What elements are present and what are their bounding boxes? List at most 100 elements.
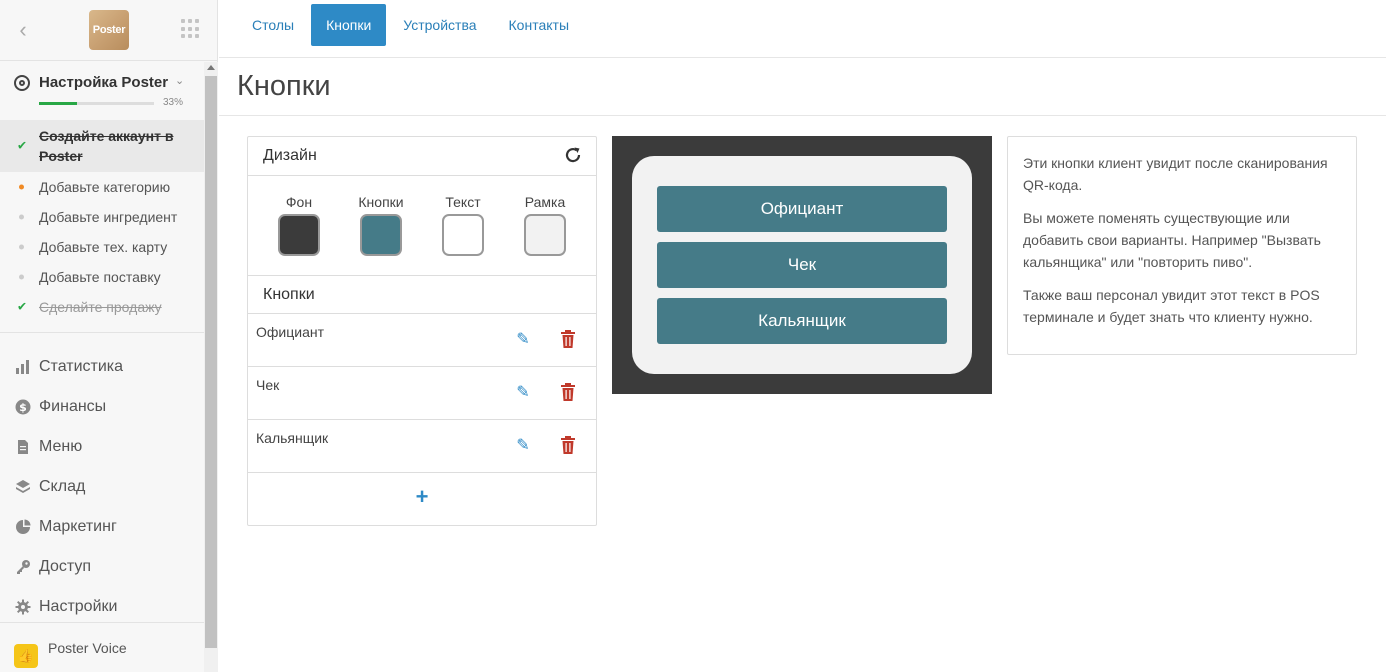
setup-steps: ✔ Создайте аккаунт в Poster Добавьте кат… [0,120,204,322]
sidebar-item-access[interactable]: Доступ [0,547,204,587]
document-icon [15,439,31,455]
tab-contacts[interactable]: Контакты [494,4,584,46]
button-row: Чек ✎ [248,367,596,420]
setup-step-add-supply[interactable]: Добавьте поставку [0,262,204,292]
tab-buttons[interactable]: Кнопки [311,4,387,46]
color-swatches: Фон Кнопки Текст Рамка [248,176,596,276]
swatch-buttons: Кнопки [351,194,411,275]
buttons-list-header: Кнопки [248,276,596,314]
sidebar-item-label: Статистика [39,358,124,375]
buttons-list-title: Кнопки [263,286,315,303]
setup-step-add-category[interactable]: Добавьте категорию [0,172,204,202]
preview-button-hookah: Кальянщик [657,298,947,344]
pending-dot-icon [19,214,24,220]
back-arrow-icon[interactable]: ‹ [12,18,34,42]
setup-step-label: Добавьте тех. карту [39,239,168,255]
setup-step-make-sale[interactable]: ✔ Сделайте продажу [0,292,204,322]
setup-step-label: Создайте аккаунт в Poster [39,128,174,164]
svg-text:$: $ [19,401,27,414]
bar-chart-icon [15,359,31,375]
sidebar-item-finance[interactable]: $ Финансы [0,387,204,427]
setup-step-label: Добавьте категорию [39,179,171,195]
trash-icon[interactable] [559,435,577,455]
apps-grid-icon[interactable] [181,19,201,39]
preview-frame: Официант Чек Кальянщик [632,156,972,374]
edit-pencil-icon[interactable]: ✎ [514,331,532,349]
sidebar-scrollbar[interactable] [204,62,218,672]
sidebar-item-label: Склад [39,478,86,495]
sidebar-divider [0,332,204,333]
plus-icon[interactable]: + [411,486,433,508]
refresh-icon[interactable] [564,146,582,164]
preview-button-check: Чек [657,242,947,288]
key-icon [15,559,31,575]
setup-step-add-tech-card[interactable]: Добавьте тех. карту [0,232,204,262]
sidebar-item-statistics[interactable]: Статистика [0,347,204,387]
button-row: Официант ✎ [248,314,596,367]
logo-text: Poster [92,24,126,36]
sidebar-item-label: Доступ [39,558,92,575]
pie-chart-icon [15,519,31,535]
design-title: Дизайн [263,147,317,164]
sidebar-header: ‹ Poster [0,0,217,61]
chevron-down-icon: ⌄ [175,75,185,87]
sidebar-item-menu[interactable]: Меню [0,427,204,467]
layers-icon [15,479,31,495]
poster-voice-link[interactable]: 👍 Poster Voice [0,622,204,672]
swatch-text-color[interactable] [442,214,484,256]
sidebar-item-storage[interactable]: Склад [0,467,204,507]
pending-dot-icon [19,244,24,250]
swatch-background: Фон [269,194,329,275]
sidebar-item-marketing[interactable]: Маркетинг [0,507,204,547]
sidebar-item-label: Настройки [39,598,118,615]
swatch-buttons-color[interactable] [360,214,402,256]
swatch-frame-color[interactable] [524,214,566,256]
tab-devices[interactable]: Устройства [388,4,491,46]
pending-dot-icon [19,274,24,280]
sidebar-item-label: Меню [39,438,83,455]
setup-step-add-ingredient[interactable]: Добавьте ингредиент [0,202,204,232]
trash-icon[interactable] [559,382,577,402]
button-row-name: Кальянщик [256,430,329,446]
setup-step-create-account[interactable]: ✔ Создайте аккаунт в Poster [0,120,204,172]
swatch-frame: Рамка [515,194,575,275]
sidebar-item-label: Финансы [39,398,107,415]
check-icon: ✔ [17,138,28,153]
preview-button-waiter: Официант [657,186,947,232]
dollar-icon: $ [15,399,31,415]
gear-icon [15,599,31,615]
page-title: Кнопки [237,70,331,102]
setup-progress-label: 33% [163,97,184,108]
button-row-name: Чек [256,377,280,393]
swatch-label: Текст [445,194,481,210]
swatch-text: Текст [433,194,493,275]
setup-progress-bar [39,102,154,105]
setup-title: Настройка Poster [39,74,169,91]
swatch-background-color[interactable] [278,214,320,256]
title-bar: Кнопки [219,58,1386,116]
top-tab-bar: Столы Кнопки Устройства Контакты [219,0,1386,58]
info-paragraph: Вы можете поменять существующие или доба… [1023,210,1321,270]
trash-icon[interactable] [559,329,577,349]
setup-header[interactable]: Настройка Poster ⌄ 33% [0,62,204,120]
design-header: Дизайн [248,137,596,176]
edit-pencil-icon[interactable]: ✎ [514,437,532,455]
poster-voice-label: Poster Voice [48,639,127,656]
check-icon: ✔ [17,299,28,314]
setup-step-label: Сделайте продажу [39,299,162,315]
qr-preview: Официант Чек Кальянщик [612,136,992,394]
sidebar-item-settings[interactable]: Настройки [0,587,204,622]
info-paragraph: Эти кнопки клиент увидит после сканирова… [1023,155,1328,193]
scroll-up-arrow-icon[interactable] [207,65,215,70]
current-dot-icon [19,184,24,190]
sidebar-item-label: Маркетинг [39,518,117,535]
button-row-name: Официант [256,324,324,340]
edit-pencil-icon[interactable]: ✎ [514,384,532,402]
sidebar: ‹ Poster Настройка Poster ⌄ 33% ✔ Создай… [0,0,218,672]
swatch-label: Рамка [524,194,566,210]
scrollbar-thumb[interactable] [205,76,217,648]
target-icon [14,75,30,91]
tab-tables[interactable]: Столы [237,4,309,46]
swatch-label: Фон [285,194,313,210]
poster-logo[interactable]: Poster [89,10,129,50]
